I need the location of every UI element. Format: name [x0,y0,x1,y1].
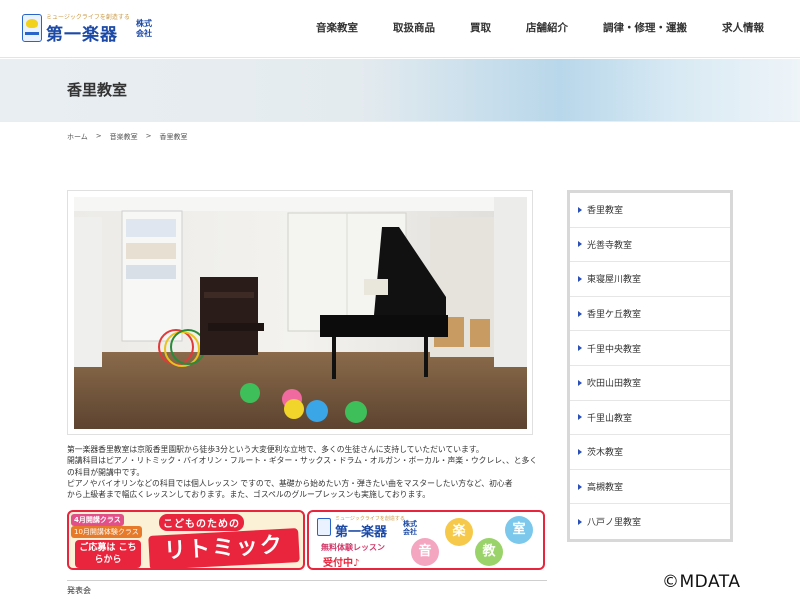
trial-lesson-banner[interactable]: ミュージックライフを創造する 第一楽器 株式会社 無料体験レッスン 受付中♪ 音… [307,510,545,570]
breadcrumb-separator: > [145,132,152,140]
intro-line: 第一楽器香里教室は京阪香里園駅から徒歩3分という大変便利な立地で、多くの生徒さん… [67,445,484,454]
arrow-right-icon [578,241,582,248]
sidebar-item-label: 香里ケ丘教室 [587,310,642,321]
classroom-photo-frame [67,190,533,435]
logo-mark-icon [22,14,42,42]
arrow-right-icon [578,206,582,213]
breadcrumb-separator: > [95,132,102,140]
classroom-list: 香里教室 光善寺教室 東寝屋川教室 香里ケ丘教室 千里中央教室 吹田山田教室 千… [570,193,730,539]
arrow-right-icon [578,518,582,525]
recital-heading: 発表会 [67,586,91,595]
intro-line: 開講科目はピアノ・リトミック・バイオリン・フルート・ギター・サックス・ドラム・オ… [67,456,538,466]
arrow-right-icon [578,275,582,282]
promo-logo-name: 第一楽器 [335,525,388,540]
sidebar-item-label: 東寝屋川教室 [587,275,642,286]
promo-apply-button[interactable]: ご応募は こちらから [75,540,141,568]
promo-trial-text: 無料体験レッスン [321,543,385,552]
arrow-right-icon [578,414,582,421]
sidebar-item-label: 高槻教室 [587,483,624,494]
nav-buyback[interactable]: 買取 [470,20,491,35]
sidebar-item-hachinosato[interactable]: 八戸ノ里教室 [570,504,730,539]
promo-title: リトミック [148,528,300,568]
promo-subtitle: こどものための [159,514,244,531]
watermark: ©MDATA [662,572,741,592]
sidebar-item-label: 八戸ノ里教室 [587,518,642,529]
sidebar-item-korigaoka[interactable]: 香里ケ丘教室 [570,297,730,332]
breadcrumb-home[interactable]: ホーム [67,132,88,142]
promo-logo-corp: 株式会社 [403,520,417,536]
sidebar-item-label: 香里教室 [587,206,624,217]
breadcrumb: ホーム > 音楽教室 > 香里教室 [67,132,196,142]
main-nav: 音楽教室 取扱商品 買取 店舗紹介 調律・修理・運搬 求人情報 [281,20,764,35]
logo-corp: 株式会社 [136,19,152,38]
arrow-right-icon [578,379,582,386]
sidebar-item-label: 千里山教室 [587,413,633,424]
classroom-illustration [74,197,527,429]
page-title: 香里教室 [67,81,128,99]
page-banner: 香里教室 [0,59,800,121]
nav-music-school[interactable]: 音楽教室 [316,20,358,35]
logo-name: 第一楽器 [46,25,118,45]
nav-recruit[interactable]: 求人情報 [722,20,764,35]
sidebar-item-suita-yamada[interactable]: 吹田山田教室 [570,366,730,401]
sidebar-item-kozenji[interactable]: 光善寺教室 [570,228,730,263]
bubble-kyou: 教 [475,538,503,566]
classroom-sidebar: 香里教室 光善寺教室 東寝屋川教室 香里ケ丘教室 千里中央教室 吹田山田教室 千… [567,190,733,542]
intro-line: の科目が開講中です。 [67,467,145,477]
rhythmic-promo-banner[interactable]: 4月開講クラス 10月開講体験クラス ご応募は こちらから こどものための リト… [67,510,305,570]
bubble-gaku: 楽 [445,518,473,546]
classroom-photo [74,197,527,429]
breadcrumb-music-school[interactable]: 音楽教室 [110,132,138,142]
breadcrumb-current: 香里教室 [159,133,188,141]
intro-line: ピアノやバイオリンなどの科目では個人レッスン ですので、基礎から始めたい方・弾き… [67,478,513,488]
promo-class-label: 4月開講クラス [71,514,124,526]
promo-accepting-text: 受付中♪ [323,558,360,569]
site-logo[interactable]: ミュージックライフを創造する 第一楽器 株式会社 [22,10,162,46]
sidebar-item-senriyama[interactable]: 千里山教室 [570,401,730,436]
promo-trial-label: 10月開講体験クラス [71,526,142,538]
bubble-on: 音 [411,538,439,566]
section-divider [67,580,547,581]
arrow-right-icon [578,448,582,455]
site-header: ミュージックライフを創造する 第一楽器 株式会社 音楽教室 取扱商品 買取 店舗… [0,0,800,58]
sidebar-item-label: 千里中央教室 [587,344,642,355]
sidebar-item-higashineyagawa[interactable]: 東寝屋川教室 [570,262,730,297]
sidebar-item-takatsuki[interactable]: 高槻教室 [570,470,730,505]
arrow-right-icon [578,345,582,352]
bubble-shitsu: 室 [505,516,533,544]
sidebar-item-ibaraki[interactable]: 茨木教室 [570,435,730,470]
sidebar-item-kori[interactable]: 香里教室 [570,193,730,228]
divider [0,121,800,122]
nav-stores[interactable]: 店舗紹介 [526,20,568,35]
nav-tuning-repair[interactable]: 調律・修理・運搬 [603,20,687,35]
sidebar-item-label: 光善寺教室 [587,240,633,251]
sidebar-item-label: 茨木教室 [587,448,624,459]
arrow-right-icon [578,483,582,490]
intro-text: 第一楽器香里教室は京阪香里園駅から徒歩3分という大変便利な立地で、多くの生徒さん… [67,444,547,500]
arrow-right-icon [578,310,582,317]
nav-products[interactable]: 取扱商品 [393,20,435,35]
logo-mark-icon [317,518,331,536]
sidebar-item-label: 吹田山田教室 [587,379,642,390]
sidebar-item-senri-chuo[interactable]: 千里中央教室 [570,331,730,366]
intro-line: から上級者まで幅広くレッスンしております。また、ゴスペルのグループレッスンも実施… [67,490,431,500]
